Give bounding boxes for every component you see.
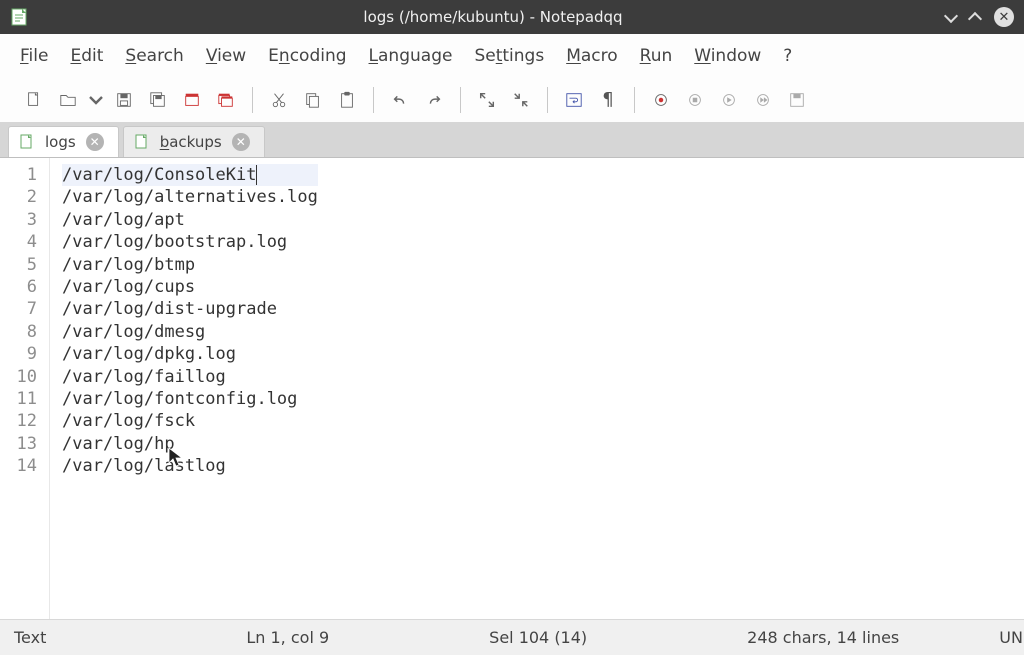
- line-number: 2: [8, 186, 37, 208]
- tab-close-button[interactable]: ✕: [232, 133, 250, 151]
- menu-view[interactable]: View: [206, 46, 246, 66]
- tab-label: logs: [45, 133, 76, 151]
- close-all-button[interactable]: [210, 84, 242, 116]
- close-doc-button[interactable]: [176, 84, 208, 116]
- line-number: 13: [8, 433, 37, 455]
- editor[interactable]: 1234567891011121314 /var/log/ConsoleKit/…: [0, 158, 1024, 619]
- paste-button[interactable]: [331, 84, 363, 116]
- menu-settings[interactable]: Settings: [474, 46, 544, 66]
- record-macro-button[interactable]: [645, 84, 677, 116]
- status-stats: 248 chars, 14 lines: [747, 628, 899, 647]
- cut-button[interactable]: [263, 84, 295, 116]
- line-number: 5: [8, 254, 37, 276]
- toolbar-separator: [547, 87, 548, 113]
- code-line[interactable]: /var/log/cups: [62, 276, 318, 298]
- line-number: 8: [8, 321, 37, 343]
- toolbar-separator: [373, 87, 374, 113]
- show-symbols-button[interactable]: ¶: [592, 84, 624, 116]
- tab-backups[interactable]: backups ✕: [123, 126, 265, 157]
- save-all-button[interactable]: [142, 84, 174, 116]
- window-title: logs (/home/kubuntu) - Notepadqq: [40, 8, 946, 26]
- code-line[interactable]: /var/log/faillog: [62, 366, 318, 388]
- close-window-button[interactable]: ✕: [994, 7, 1014, 27]
- maximize-button[interactable]: [970, 11, 980, 24]
- window-controls: ✕: [946, 7, 1014, 27]
- open-dropdown-button[interactable]: [86, 84, 106, 116]
- line-number: 3: [8, 209, 37, 231]
- line-number: 9: [8, 343, 37, 365]
- copy-button[interactable]: [297, 84, 329, 116]
- code-line[interactable]: /var/log/dist-upgrade: [62, 298, 318, 320]
- new-file-button[interactable]: [18, 84, 50, 116]
- redo-button[interactable]: [418, 84, 450, 116]
- menu-macro[interactable]: Macro: [566, 46, 617, 66]
- toolbar-separator: [460, 87, 461, 113]
- menu-window[interactable]: Window: [694, 46, 761, 66]
- menu-edit[interactable]: Edit: [70, 46, 103, 66]
- pilcrow-icon: ¶: [602, 89, 613, 110]
- undo-button[interactable]: [384, 84, 416, 116]
- open-file-button[interactable]: [52, 84, 84, 116]
- toolbar-separator: [252, 87, 253, 113]
- doc-icon: [19, 134, 35, 150]
- line-number-gutter: 1234567891011121314: [0, 158, 50, 619]
- line-number: 4: [8, 231, 37, 253]
- status-selection: Sel 104 (14): [489, 628, 587, 647]
- menu-search[interactable]: Search: [125, 46, 183, 66]
- code-line[interactable]: /var/log/alternatives.log: [62, 186, 318, 208]
- toolbar-separator: [634, 87, 635, 113]
- status-language[interactable]: Text: [14, 628, 46, 647]
- run-multi-macro-button[interactable]: [747, 84, 779, 116]
- status-position: Ln 1, col 9: [246, 628, 329, 647]
- play-macro-button[interactable]: [713, 84, 745, 116]
- menu-language[interactable]: Language: [369, 46, 453, 66]
- code-line[interactable]: /var/log/dpkg.log: [62, 343, 318, 365]
- code-line[interactable]: /var/log/lastlog: [62, 455, 318, 477]
- tab-close-button[interactable]: ✕: [86, 133, 104, 151]
- code-line[interactable]: /var/log/ConsoleKit: [62, 164, 318, 186]
- fullscreen-enter-button[interactable]: [471, 84, 503, 116]
- statusbar: Text Ln 1, col 9 Sel 104 (14) 248 chars,…: [0, 619, 1024, 655]
- save-macro-button[interactable]: [781, 84, 813, 116]
- line-number: 7: [8, 298, 37, 320]
- line-number: 1: [8, 164, 37, 186]
- code-area[interactable]: /var/log/ConsoleKit/var/log/alternatives…: [50, 158, 318, 619]
- save-button[interactable]: [108, 84, 140, 116]
- stop-macro-button[interactable]: [679, 84, 711, 116]
- code-line[interactable]: /var/log/hp: [62, 433, 318, 455]
- tabbar: logs ✕ backups ✕: [0, 122, 1024, 158]
- line-number: 6: [8, 276, 37, 298]
- word-wrap-button[interactable]: [558, 84, 590, 116]
- code-line[interactable]: /var/log/bootstrap.log: [62, 231, 318, 253]
- line-number: 12: [8, 410, 37, 432]
- titlebar: logs (/home/kubuntu) - Notepadqq ✕: [0, 0, 1024, 34]
- doc-icon: [134, 134, 150, 150]
- tab-logs[interactable]: logs ✕: [8, 126, 119, 157]
- status-eol[interactable]: UNIX / OS X: [999, 628, 1024, 647]
- code-line[interactable]: /var/log/apt: [62, 209, 318, 231]
- code-line[interactable]: /var/log/fontconfig.log: [62, 388, 318, 410]
- tab-label: backups: [160, 133, 222, 151]
- menu-run[interactable]: Run: [640, 46, 673, 66]
- app-icon: [10, 7, 30, 27]
- minimize-button[interactable]: [946, 11, 956, 24]
- toolbar: ¶: [0, 78, 1024, 122]
- menu-encoding[interactable]: Encoding: [268, 46, 346, 66]
- line-number: 10: [8, 366, 37, 388]
- menu-help[interactable]: ?: [783, 46, 792, 66]
- code-line[interactable]: /var/log/dmesg: [62, 321, 318, 343]
- menu-file[interactable]: File: [20, 46, 48, 66]
- code-line[interactable]: /var/log/btmp: [62, 254, 318, 276]
- code-line[interactable]: /var/log/fsck: [62, 410, 318, 432]
- line-number: 11: [8, 388, 37, 410]
- fullscreen-exit-button[interactable]: [505, 84, 537, 116]
- line-number: 14: [8, 455, 37, 477]
- menubar: File Edit Search View Encoding Language …: [0, 34, 1024, 78]
